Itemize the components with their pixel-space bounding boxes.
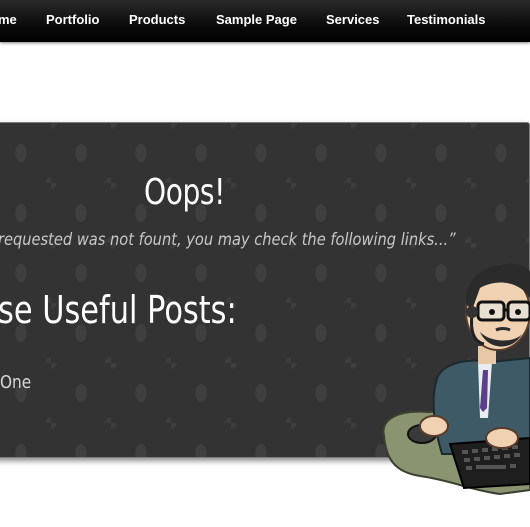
nav-item-testimonials[interactable]: Testimonials xyxy=(407,12,486,27)
nav-item-portfolio[interactable]: Portfolio xyxy=(46,12,99,27)
programmer-mascot-icon xyxy=(382,263,530,496)
useful-posts-heading: se Useful Posts: xyxy=(0,288,237,332)
post-link[interactable]: One xyxy=(0,372,31,393)
error-message: requested was not fount, you may check t… xyxy=(0,230,456,250)
nav-item-home[interactable]: me xyxy=(0,12,17,27)
nav-item-products[interactable]: Products xyxy=(129,12,185,27)
nav-item-services[interactable]: Services xyxy=(326,12,380,27)
nav-item-sample-page[interactable]: Sample Page xyxy=(216,12,297,27)
error-title: Oops! xyxy=(144,172,226,213)
top-navigation: me Portfolio Products Sample Page Servic… xyxy=(0,0,530,42)
